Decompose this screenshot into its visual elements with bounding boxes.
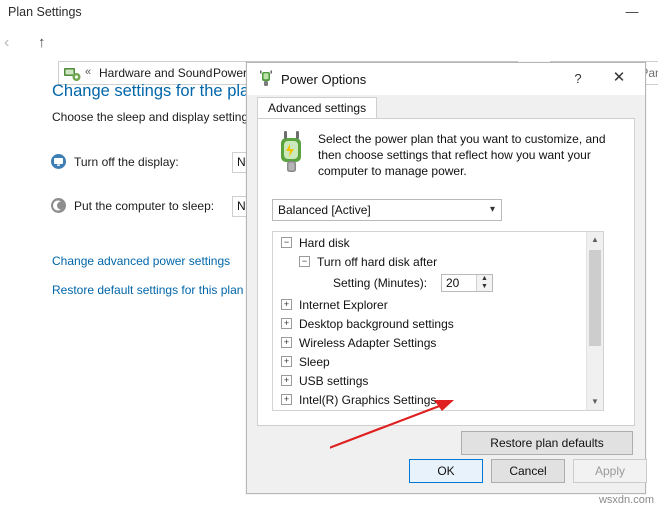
breadcrumb-separator-1: › — [201, 66, 205, 78]
apply-button[interactable]: Apply — [573, 459, 647, 483]
scroll-down-icon[interactable]: ▼ — [587, 394, 603, 410]
link-restore-default-settings[interactable]: Restore default settings for this plan — [52, 283, 243, 297]
tree-row[interactable]: + Desktop background settings — [273, 314, 587, 333]
breadcrumb-prefix[interactable]: « — [85, 66, 91, 78]
cancel-button[interactable]: Cancel — [491, 459, 565, 483]
tree-expander-usb-settings[interactable]: + — [281, 375, 292, 386]
back-button-icon[interactable]: ‹ — [4, 34, 9, 52]
tree-row[interactable]: + Intel(R) Graphics Settings — [273, 390, 587, 409]
tree-label-hard-disk: Hard disk — [299, 236, 350, 250]
tree-label-sleep: Sleep — [299, 355, 330, 369]
setting-minutes-value: 20 — [446, 276, 460, 290]
navigation-bar: ‹ ↑ « Hardware and Sound › Power Options… — [0, 30, 658, 85]
tree-expander-desktop-background-settings[interactable]: + — [281, 318, 292, 329]
chevron-down-icon[interactable]: ▾ — [490, 204, 495, 215]
restore-plan-defaults-button[interactable]: Restore plan defaults — [461, 431, 633, 455]
tree-label-usb-settings: USB settings — [299, 374, 369, 388]
tree-expander-wireless-adapter-settings[interactable]: + — [281, 337, 292, 348]
tree-label-intel-graphics-settings: Intel(R) Graphics Settings — [299, 393, 437, 407]
setting-minutes-stepper[interactable]: 20 ▲ ▼ — [441, 274, 493, 292]
power-plan-illustration-icon — [272, 131, 312, 175]
tree-row[interactable]: + Sleep — [273, 352, 587, 371]
power-plan-select-value: Balanced [Active] — [278, 203, 371, 217]
tree-label-setting-minutes: Setting (Minutes): — [333, 276, 428, 290]
tree-expander-hard-disk[interactable]: − — [281, 237, 292, 248]
setting-label-turn-off-display: Turn off the display: — [74, 155, 179, 169]
up-button-icon[interactable]: ↑ — [38, 34, 46, 51]
tree-label-desktop-background-settings: Desktop background settings — [299, 317, 454, 331]
scrollbar-thumb[interactable] — [589, 250, 601, 346]
stepper-buttons[interactable]: ▲ ▼ — [476, 275, 492, 291]
dialog-title: Power Options — [281, 72, 367, 87]
display-icon — [50, 153, 67, 170]
tree-expander-intel-graphics-settings[interactable]: + — [281, 394, 292, 405]
advanced-settings-panel: Select the power plan that you want to c… — [257, 118, 635, 426]
window-title: Plan Settings — [8, 5, 82, 19]
watermark: wsxdn.com — [598, 494, 654, 506]
tree-scrollbar[interactable]: ▲ ▼ — [586, 232, 603, 410]
tree-row[interactable]: − Hard disk — [273, 233, 587, 252]
setting-label-sleep: Put the computer to sleep: — [74, 199, 215, 213]
help-button[interactable]: ? — [567, 69, 589, 89]
hardware-and-sound-icon — [63, 65, 81, 83]
tree-expander-internet-explorer[interactable]: + — [281, 299, 292, 310]
tree-label-wireless-adapter-settings: Wireless Adapter Settings — [299, 336, 437, 350]
link-change-advanced-power-settings[interactable]: Change advanced power settings — [52, 254, 230, 268]
dialog-titlebar: Power Options ? ✕ — [247, 63, 645, 95]
ok-button[interactable]: OK — [409, 459, 483, 483]
tree-row[interactable]: + Power buttons and lid — [273, 409, 587, 410]
moon-icon — [50, 197, 67, 214]
tree-row-setting-minutes[interactable]: Setting (Minutes): 20 ▲ ▼ — [273, 271, 587, 295]
tree-label-turn-off-hard-disk: Turn off hard disk after — [317, 255, 438, 269]
page-title: Change settings for the plan — [52, 82, 259, 100]
advanced-settings-tree[interactable]: − Hard disk − Turn off hard disk after S… — [272, 231, 604, 411]
control-panel-titlebar: Plan Settings — — [0, 0, 658, 26]
tree-expander-sleep[interactable]: + — [281, 356, 292, 367]
tab-advanced-settings[interactable]: Advanced settings — [257, 97, 378, 119]
tree-row[interactable]: + Wireless Adapter Settings — [273, 333, 587, 352]
stepper-up-icon[interactable]: ▲ — [477, 275, 492, 283]
power-plug-icon — [257, 70, 275, 88]
dialog-tabstrip: Advanced settings — [257, 97, 635, 119]
page-subtitle: Choose the sleep and display settings — [52, 110, 255, 124]
stepper-down-icon[interactable]: ▼ — [477, 283, 492, 291]
close-icon[interactable]: ✕ — [605, 67, 633, 89]
minimize-button[interactable]: — — [620, 2, 644, 22]
tree-expander-turn-off-hard-disk[interactable]: − — [299, 256, 310, 267]
tree-row[interactable]: + USB settings — [273, 371, 587, 390]
breadcrumb-hardware-and-sound[interactable]: Hardware and Sound — [99, 66, 212, 80]
dialog-description: Select the power plan that you want to c… — [318, 132, 606, 178]
tree-row[interactable]: − Turn off hard disk after — [273, 252, 587, 271]
power-options-dialog: Power Options ? ✕ Advanced settings Sele… — [246, 62, 647, 494]
tree-label-internet-explorer: Internet Explorer — [299, 298, 388, 312]
tree-row[interactable]: + Internet Explorer — [273, 295, 587, 314]
power-plan-select[interactable]: Balanced [Active] ▾ — [272, 199, 502, 221]
scroll-up-icon[interactable]: ▲ — [587, 232, 603, 248]
